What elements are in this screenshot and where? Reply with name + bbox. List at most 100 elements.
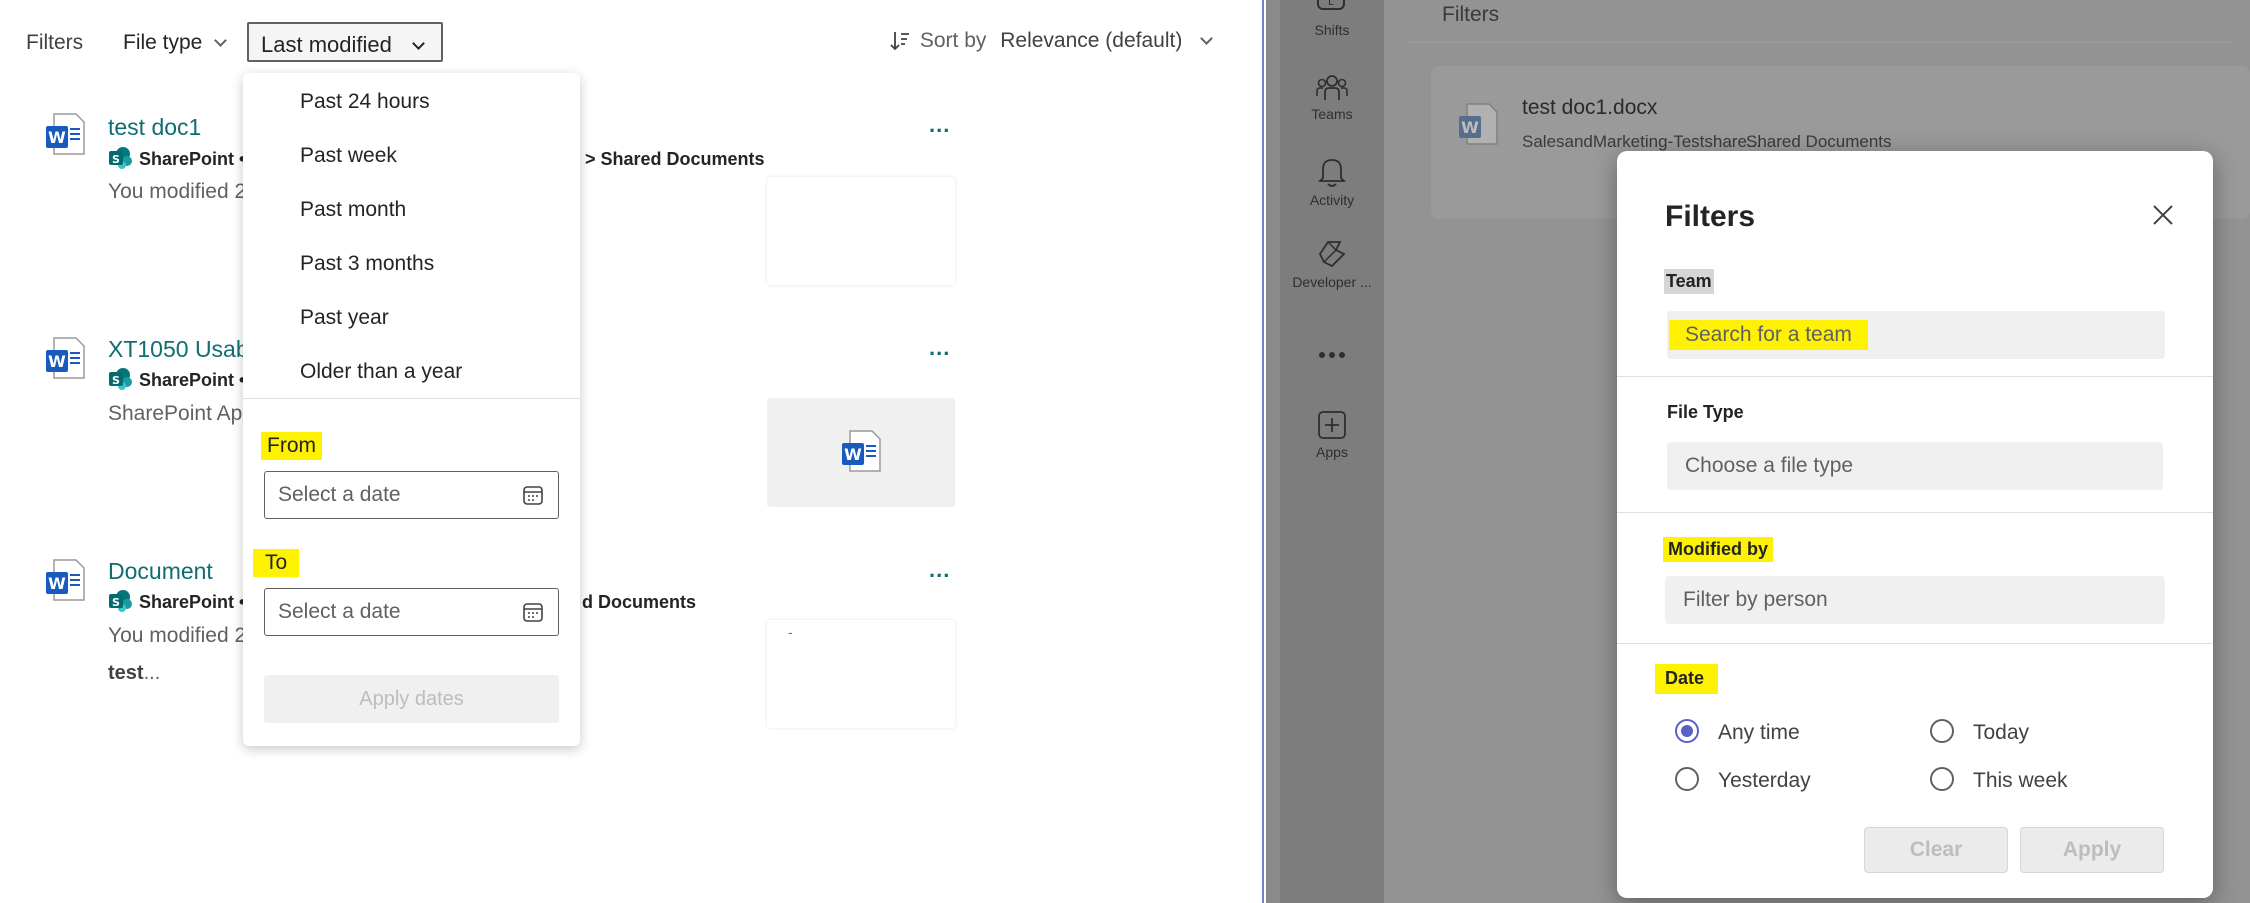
calendar-icon[interactable] xyxy=(522,601,544,623)
dialog-title: Filters xyxy=(1665,200,1756,233)
more-options-button[interactable]: ... xyxy=(929,335,950,361)
section-divider xyxy=(1617,643,2213,644)
sharepoint-icon: S xyxy=(108,146,134,175)
result-source: SharePoint • xyxy=(139,149,246,169)
radio-yesterday-label[interactable]: Yesterday xyxy=(1718,769,1811,793)
radio-yesterday[interactable] xyxy=(1675,767,1699,791)
word-file-icon: W xyxy=(842,430,881,472)
snippet-rest: ... xyxy=(143,662,161,684)
radio-this-week-label[interactable]: This week xyxy=(1973,769,2068,793)
dropdown-divider xyxy=(243,398,580,399)
result-thumbnail[interactable] xyxy=(767,177,955,285)
close-icon[interactable] xyxy=(2151,203,2175,227)
sort-icon xyxy=(890,32,909,51)
more-apps-button[interactable] xyxy=(1280,336,1384,364)
option-past-3-months[interactable]: Past 3 months xyxy=(300,252,434,276)
rail-label: Shifts xyxy=(1314,22,1350,38)
chevron-down-icon xyxy=(1200,32,1214,45)
rail-item-shifts[interactable]: Shifts xyxy=(1280,22,1384,38)
apply-button[interactable]: Apply xyxy=(2020,827,2164,873)
section-divider xyxy=(1617,376,2213,377)
team-label: Team xyxy=(1664,269,1714,294)
file-type-filter[interactable]: File type xyxy=(123,31,228,55)
modified-by-field[interactable]: Filter by person xyxy=(1665,576,2165,624)
svg-text:W: W xyxy=(1461,118,1479,137)
result-source: SharePoint • xyxy=(139,592,246,612)
apply-dates-button[interactable]: Apply dates xyxy=(264,675,559,723)
result-source: SharePoint • xyxy=(139,370,246,390)
team-search-field[interactable]: Search for a team xyxy=(1667,311,2165,359)
svg-text:S: S xyxy=(112,596,120,609)
chevron-down-icon xyxy=(214,34,228,47)
modified-by-placeholder: Filter by person xyxy=(1683,588,1828,611)
option-past-year[interactable]: Past year xyxy=(300,306,389,330)
developer-portal-icon xyxy=(1318,241,1346,268)
rail-item-developer[interactable]: Developer ... xyxy=(1280,238,1384,290)
radio-today-label[interactable]: Today xyxy=(1973,721,2029,745)
bg-filters-label: Filters xyxy=(1442,3,1500,26)
rail-item-apps[interactable]: Apps xyxy=(1280,410,1384,460)
modified-by-label: Modified by xyxy=(1663,537,1773,562)
svg-text:W: W xyxy=(48,574,66,593)
sharepoint-icon: S xyxy=(108,589,134,618)
add-apps-icon xyxy=(1318,411,1346,439)
to-date-field[interactable]: Select a date xyxy=(264,588,559,636)
bg-divider xyxy=(1406,42,2232,43)
from-label: From xyxy=(261,432,322,460)
sort-by-label: Sort by xyxy=(919,29,987,52)
word-file-icon: W xyxy=(44,558,86,607)
app-rail: L Shifts Teams Activity Developer ... Ap… xyxy=(1280,0,1384,903)
team-search-placeholder: Search for a team xyxy=(1669,320,1868,350)
result-title-link[interactable]: Document xyxy=(108,558,213,585)
last-modified-dropdown: Past 24 hours Past week Past month Past … xyxy=(243,73,580,746)
result-title-link[interactable]: XT1050 Usab xyxy=(108,336,249,363)
file-type-label: File Type xyxy=(1667,402,1744,422)
more-options-button[interactable]: ... xyxy=(929,557,950,583)
word-file-icon: W xyxy=(44,112,86,161)
radio-this-week[interactable] xyxy=(1930,767,1954,791)
rail-label: Teams xyxy=(1311,106,1353,122)
to-date-placeholder: Select a date xyxy=(278,600,401,623)
result-location: SharePoint Ap xyxy=(108,402,243,425)
more-options-button[interactable]: ... xyxy=(929,112,950,138)
search-results-pane: Filters File type Last modified Sort by … xyxy=(0,0,1262,903)
filters-label: Filters xyxy=(26,31,84,54)
option-older-than-a-year[interactable]: Older than a year xyxy=(300,360,462,384)
option-past-month[interactable]: Past month xyxy=(300,198,406,222)
sort-control[interactable]: Sort by Relevance (default) xyxy=(890,29,1214,53)
last-modified-filter[interactable]: Last modified xyxy=(247,22,443,62)
section-divider xyxy=(1617,512,2213,513)
radio-any-time[interactable] xyxy=(1675,719,1699,743)
result-path: d Documents xyxy=(582,592,697,612)
result-modified: You modified 2 xyxy=(108,624,247,647)
radio-any-time-label[interactable]: Any time xyxy=(1718,721,1800,745)
file-type-field[interactable]: Choose a file type xyxy=(1667,442,2163,490)
clear-button[interactable]: Clear xyxy=(1864,827,2008,873)
filters-dialog: Filters Team Search for a team File Type… xyxy=(1617,151,2213,898)
from-date-field[interactable]: Select a date xyxy=(264,471,559,519)
option-past-week[interactable]: Past week xyxy=(300,144,397,168)
snippet-highlight: test xyxy=(108,662,144,684)
thumbnail-text: - xyxy=(788,624,793,640)
svg-text:S: S xyxy=(112,374,120,387)
file-type-placeholder: Choose a file type xyxy=(1685,454,1854,477)
result-snippet: test... xyxy=(108,662,160,685)
option-past-24-hours[interactable]: Past 24 hours xyxy=(300,90,430,114)
from-date-placeholder: Select a date xyxy=(278,483,401,506)
rail-label: Apps xyxy=(1316,444,1348,460)
rail-item-activity[interactable]: Activity xyxy=(1280,156,1384,208)
bg-doc-path: SalesandMarketing-Testshare... xyxy=(1522,132,1762,151)
result-thumbnail[interactable]: W xyxy=(767,398,955,507)
svg-text:W: W xyxy=(48,352,66,371)
sharepoint-icon: S xyxy=(108,367,134,396)
result-modified: You modified 2 xyxy=(108,180,247,203)
rail-label: Developer ... xyxy=(1292,274,1372,290)
result-title-link[interactable]: test doc1 xyxy=(108,114,201,141)
radio-today[interactable] xyxy=(1930,719,1954,743)
calendar-icon[interactable] xyxy=(522,484,544,506)
result-thumbnail[interactable]: - xyxy=(767,620,955,728)
svg-text:W: W xyxy=(844,445,862,464)
rail-item-teams[interactable]: Teams xyxy=(1280,74,1384,122)
bell-icon xyxy=(1317,159,1347,187)
date-label: Date xyxy=(1655,664,1719,694)
